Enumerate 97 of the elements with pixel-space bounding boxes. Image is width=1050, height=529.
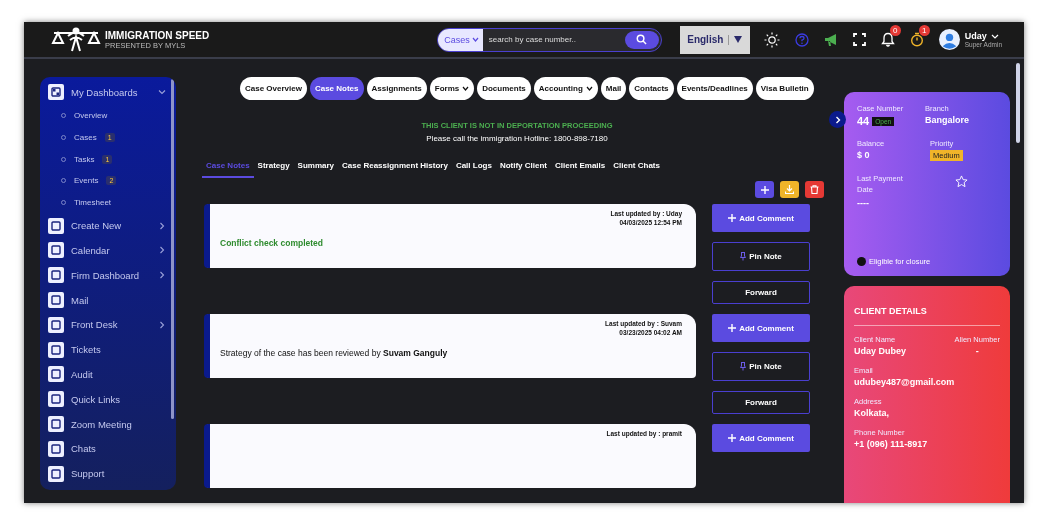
sidebar-item[interactable]: Chats (48, 436, 176, 462)
subtab[interactable]: Summary (293, 161, 339, 178)
add-comment-button[interactable]: Add Comment (712, 204, 810, 232)
sidebar-item[interactable]: Firm Dashboard (48, 262, 176, 288)
caret-icon (471, 37, 479, 42)
subtab[interactable]: Call Logs (451, 161, 496, 178)
star-icon[interactable] (955, 175, 968, 188)
user-name[interactable]: Uday (964, 31, 1002, 41)
forward-button[interactable]: Forward (712, 391, 810, 414)
forward-button[interactable]: Forward (712, 281, 810, 304)
menu-item-icon (48, 84, 64, 101)
sidebar-subitem[interactable]: Timesheet (48, 191, 176, 214)
field-value: udubey487@gmail.com (854, 377, 955, 387)
subtab[interactable]: Client Chats (609, 161, 664, 178)
plus-icon (728, 214, 737, 222)
trash-icon (810, 185, 819, 194)
subtab[interactable]: Case Reassignment History (338, 161, 452, 178)
sidebar-item[interactable]: Tickets (48, 337, 176, 362)
pin-icon (740, 252, 747, 261)
search-button[interactable] (624, 30, 659, 49)
download-icon (785, 185, 794, 194)
sidebar-item[interactable]: Audit (48, 362, 176, 387)
tab[interactable]: Visa Bulletin (755, 77, 814, 100)
sun-icon[interactable] (763, 31, 780, 48)
stopwatch-icon[interactable] (909, 32, 924, 47)
brand-name: IMMIGRATION SPEED (105, 29, 210, 41)
hotline-text: Please call the immigration Hotline: 1800-898-7180 (426, 134, 608, 143)
field-value: ---- (857, 197, 870, 208)
pin-note-button[interactable]: Pin Note (712, 352, 810, 381)
note-text: Conflict check completed (220, 238, 324, 248)
case-number: 44 (857, 115, 870, 127)
field-value: +1 (096) 111-8917 (854, 439, 928, 449)
pin-note-button[interactable]: Pin Note (712, 242, 810, 271)
delete-button[interactable] (805, 181, 824, 198)
tab[interactable]: Case Notes (309, 77, 364, 100)
menu-item-icon (48, 391, 64, 408)
collapse-button[interactable] (829, 111, 846, 128)
plus-icon (728, 434, 737, 442)
tab[interactable]: Forms (429, 77, 475, 100)
field-value: Bangalore (925, 115, 970, 125)
menu-item-icon (48, 341, 64, 358)
search-icon (636, 34, 648, 45)
field-value: - (975, 346, 979, 356)
sidebar-item[interactable]: Mail (48, 287, 176, 313)
tab[interactable]: Documents (477, 77, 531, 100)
card-title: CLIENT DETAILS (854, 306, 927, 316)
tab[interactable]: Case Overview (240, 77, 307, 100)
language-dropdown[interactable]: English (679, 25, 750, 54)
sidebar-item[interactable]: My Dashboards (48, 80, 176, 105)
caret-icon (734, 36, 743, 43)
sidebar-item[interactable]: Create New (48, 213, 176, 239)
tab[interactable]: Assignments (366, 77, 427, 100)
pin-icon (740, 362, 747, 371)
menu-item-icon (48, 267, 64, 284)
add-button[interactable] (755, 181, 774, 198)
menu-item-icon (48, 242, 64, 259)
scales-eagle-logo-icon (50, 26, 102, 53)
reminder-count: 1 (918, 25, 930, 36)
sidebar-item[interactable]: Support (48, 461, 176, 486)
sidebar-item[interactable]: Calendar (48, 238, 176, 263)
download-button[interactable] (780, 181, 799, 198)
menu-item-icon (48, 416, 64, 432)
menu-item-icon (48, 217, 64, 234)
menu-item-icon (48, 465, 64, 482)
chevron-right-icon (834, 115, 841, 124)
avatar-icon[interactable] (938, 29, 960, 50)
subtab[interactable]: Client Emails (551, 161, 610, 178)
menu-item-icon (48, 366, 64, 383)
subtab[interactable]: Strategy (253, 161, 294, 178)
plus-icon (728, 324, 737, 332)
tab[interactable]: Mail (600, 77, 627, 100)
menu-item-icon (48, 440, 64, 457)
field-value: Kolkata, (854, 408, 889, 418)
menu-item-icon (48, 292, 64, 308)
sidebar-item[interactable]: Zoom Meeting (48, 411, 176, 437)
add-comment-button[interactable]: Add Comment (712, 424, 810, 452)
tab[interactable]: Events/Deadlines (676, 77, 753, 100)
plus-icon (760, 185, 769, 194)
field-value: $ 0 (857, 150, 871, 160)
megaphone-icon[interactable] (823, 32, 838, 47)
bell-icon[interactable] (880, 32, 895, 47)
closure-toggle[interactable] (857, 257, 866, 266)
menu-item-icon (48, 316, 64, 333)
search-scope-dropdown[interactable]: Cases (438, 28, 483, 51)
sidebar-subitem[interactable]: Overview (48, 104, 176, 127)
tab[interactable]: Contacts (629, 77, 674, 100)
search-field[interactable]: search by case number.. (482, 35, 625, 44)
note-text: Strategy of the case has been reviewed by Suvam Ganguly (220, 348, 449, 358)
tab[interactable]: Accounting (533, 77, 598, 100)
chevron-down-icon (990, 33, 999, 39)
notification-count: 0 (889, 25, 901, 36)
add-comment-button[interactable]: Add Comment (712, 314, 810, 342)
sidebar-item[interactable]: Front Desk (48, 312, 176, 338)
subtab[interactable]: Notify Client (495, 161, 551, 178)
fullscreen-icon[interactable] (852, 33, 866, 46)
field-value: Uday Dubey (854, 346, 906, 356)
sidebar-item[interactable]: Quick Links (48, 386, 176, 412)
